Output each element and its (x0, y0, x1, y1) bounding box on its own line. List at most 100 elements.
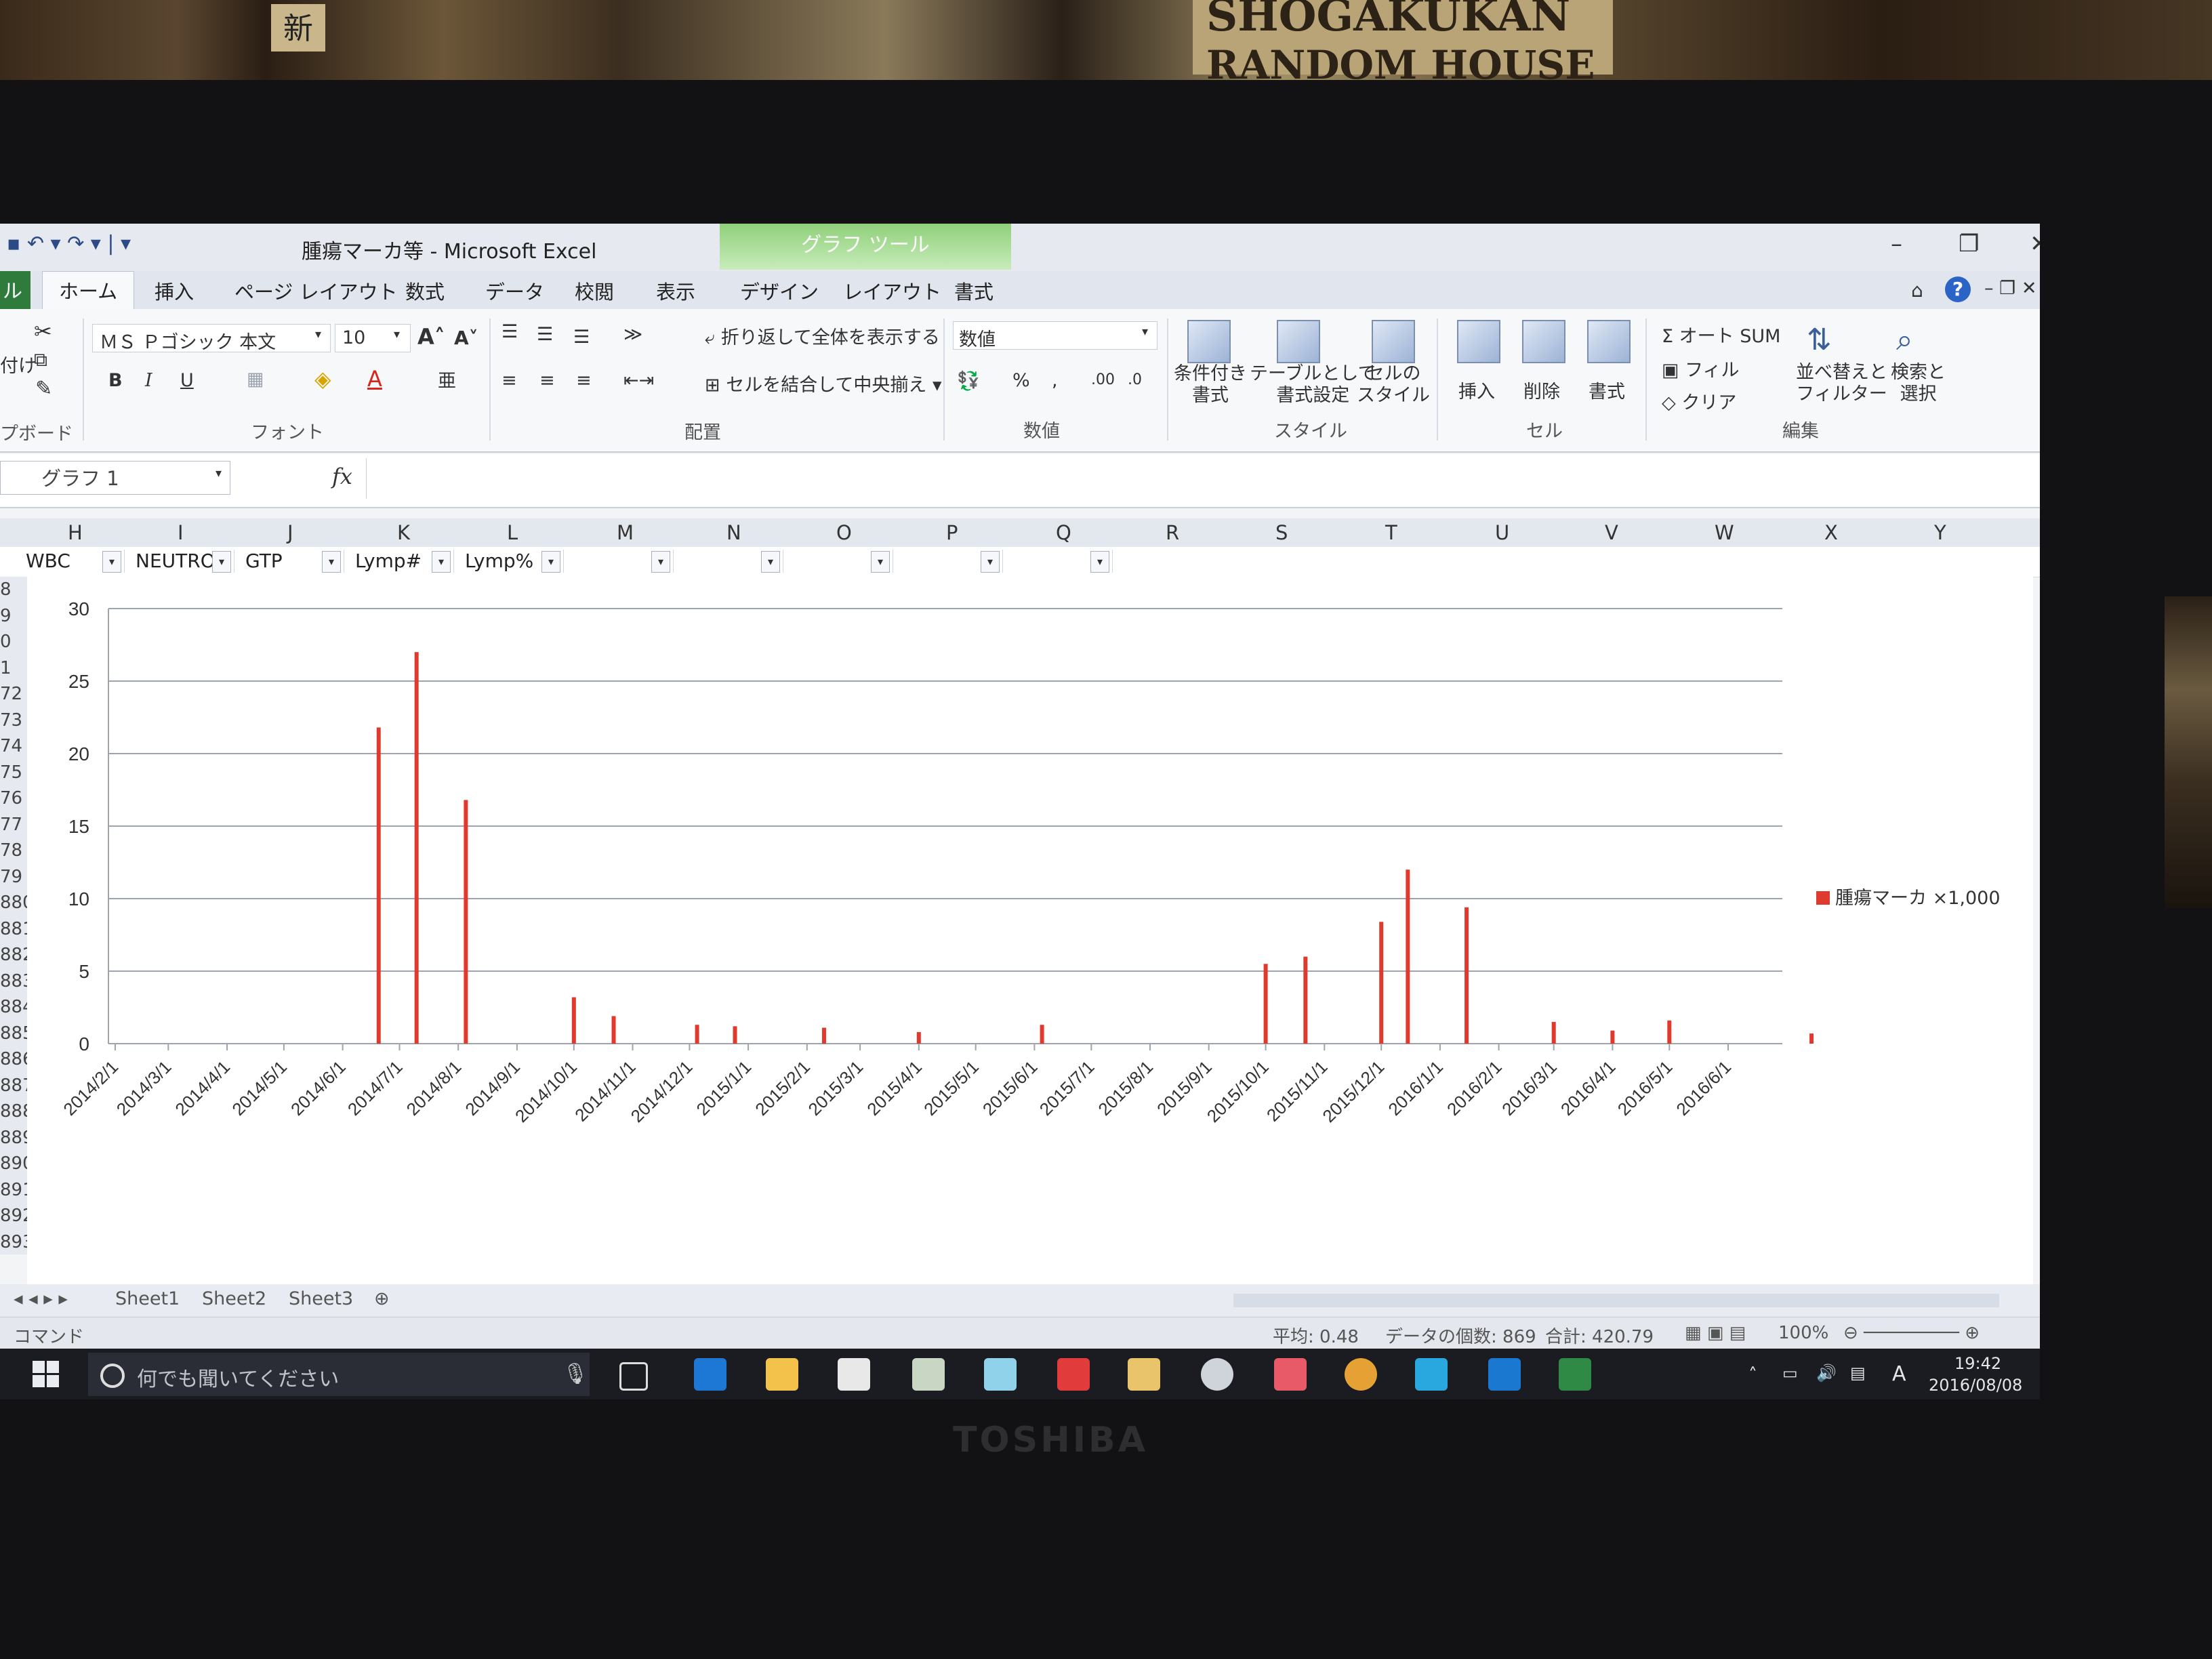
insert-sheet-icon[interactable]: ⊕ (374, 1288, 390, 1309)
binoculars-icon[interactable]: ⌕ (1896, 323, 1913, 357)
notification-icon[interactable]: ▤ (1850, 1364, 1866, 1382)
filter-dropdown-button[interactable]: ▾ (212, 551, 231, 573)
column-header-r[interactable]: R (1166, 521, 1179, 544)
font-name-select[interactable]: ＭＳ Ｐゴシック 本文 ▾ (92, 324, 331, 353)
autosum-button[interactable]: Σ オート SUM (1662, 321, 1780, 348)
grow-font-icon[interactable]: A˄ (417, 324, 445, 350)
app-icon-2[interactable] (984, 1358, 1017, 1391)
clock-app-icon[interactable] (1201, 1358, 1233, 1391)
column-header-n[interactable]: N (726, 521, 741, 544)
clear-button[interactable]: ◇ クリア (1662, 388, 1736, 414)
sort-filter-icon[interactable]: ⇅ (1807, 323, 1832, 357)
row-number[interactable]: 0 (0, 632, 12, 652)
row-number[interactable]: 79 (0, 867, 22, 887)
row-number[interactable]: 74 (0, 736, 22, 756)
align-left-icon[interactable]: ≡ (501, 370, 517, 391)
align-bottom-icon[interactable]: ☰ (573, 327, 590, 348)
insert-cells-icon[interactable] (1457, 320, 1500, 363)
phonetic-icon[interactable]: 亜 (438, 366, 456, 392)
fx-icon[interactable]: fx (332, 464, 352, 489)
column-header-t[interactable]: T (1385, 521, 1397, 544)
video-app-icon[interactable] (1128, 1358, 1160, 1391)
underline-icon[interactable]: U (180, 370, 194, 391)
bold-icon[interactable]: B (108, 370, 123, 391)
copy-icon[interactable]: ⧉ (34, 348, 47, 371)
filter-dropdown-button[interactable]: ▾ (651, 551, 670, 573)
battery-icon[interactable]: ▭ (1782, 1364, 1798, 1382)
conditional-formatting-icon[interactable] (1187, 320, 1231, 363)
column-header-i[interactable]: I (178, 521, 184, 544)
column-header-m[interactable]: M (617, 521, 634, 544)
percent-icon[interactable]: % (1012, 370, 1030, 391)
filter-dropdown-button[interactable]: ▾ (322, 551, 341, 573)
column-header-y[interactable]: Y (1934, 521, 1946, 544)
filter-dropdown-button[interactable]: ▾ (1090, 551, 1109, 573)
store-icon[interactable] (838, 1358, 870, 1391)
row-number[interactable]: 72 (0, 684, 22, 704)
filter-dropdown-button[interactable]: ▾ (541, 551, 560, 573)
skype-icon[interactable] (1415, 1358, 1448, 1391)
tab-home[interactable]: ホーム (42, 271, 135, 309)
fill-color-icon[interactable]: ◈ (314, 366, 331, 392)
internet-explorer-icon[interactable] (1488, 1358, 1521, 1391)
ime-indicator[interactable]: A (1892, 1362, 1906, 1386)
align-middle-icon[interactable]: ☰ (537, 324, 553, 345)
column-header-h[interactable]: H (68, 521, 83, 544)
row-number[interactable]: 76 (0, 788, 22, 808)
view-buttons[interactable]: ▦ ▣ ▤ (1685, 1323, 1746, 1343)
ribbon-collapse-icon[interactable]: ⌂ (1911, 279, 1923, 302)
filter-dropdown-button[interactable]: ▾ (981, 551, 1000, 573)
zoom-slider[interactable]: ⊖ ───────── ⊕ (1843, 1323, 1980, 1343)
tab-data[interactable]: データ (485, 276, 544, 305)
column-header-s[interactable]: S (1275, 521, 1288, 544)
align-right-icon[interactable]: ≡ (576, 370, 592, 391)
comma-style-icon[interactable]: , (1052, 370, 1058, 391)
filter-dropdown-button[interactable]: ▾ (102, 551, 121, 573)
format-cells-button[interactable]: 書式 (1589, 377, 1625, 403)
pin-app-icon[interactable] (1057, 1358, 1090, 1391)
sheet-tab-2[interactable]: Sheet2 (202, 1288, 266, 1309)
close-icon[interactable]: ✕ (2030, 230, 2040, 258)
horizontal-scrollbar[interactable] (1233, 1294, 1999, 1307)
sheet-nav-arrows[interactable]: ◂ ◂ ▸ ▸ (14, 1288, 68, 1309)
filter-dropdown-button[interactable]: ▾ (432, 551, 451, 573)
quick-access-toolbar[interactable]: ▪ ↶ ▾ ↷ ▾ | ▾ (7, 232, 131, 255)
tab-page-layout[interactable]: ページ レイアウト (234, 276, 398, 305)
fill-button[interactable]: ▣ フィル (1662, 355, 1740, 382)
tab-formulas[interactable]: 数式 (405, 276, 445, 305)
formula-input[interactable] (366, 458, 2020, 499)
increase-decimal-icon[interactable]: .00 (1091, 371, 1115, 388)
paste-button[interactable]: 付け (0, 351, 37, 377)
tab-view[interactable]: 表示 (656, 276, 695, 305)
row-number[interactable]: 9 (0, 606, 12, 626)
row-number[interactable]: 8 (0, 579, 12, 600)
decrease-decimal-icon[interactable]: .0 (1128, 371, 1142, 388)
chart-area[interactable]: 0 5 10 15 20 25 30 2014/2/1 2014/3/1 2014/4/1 2014… (27, 576, 2033, 1288)
align-top-icon[interactable]: ☰ (501, 321, 518, 342)
insert-cells-button[interactable]: 挿入 (1458, 377, 1495, 403)
edge-icon[interactable] (694, 1358, 726, 1391)
tab-format[interactable]: 書式 (954, 276, 994, 305)
format-painter-icon[interactable]: ✎ (35, 377, 52, 401)
tab-layout[interactable]: レイアウト (843, 276, 941, 305)
cortana-search-box[interactable]: 何でも聞いてください 🎙 (88, 1353, 590, 1396)
cell-styles-icon[interactable] (1372, 320, 1415, 363)
excel-taskbar-icon[interactable] (1559, 1358, 1591, 1391)
conditional-formatting-button[interactable]: 条件付き 書式 (1174, 363, 1247, 407)
tumor-marker-chart[interactable]: 0510152025302014/2/12014/3/12014/4/12014… (27, 576, 2033, 1288)
font-color-icon[interactable]: A (367, 366, 382, 392)
cut-icon[interactable]: ✂ (34, 319, 52, 344)
column-header-j[interactable]: J (287, 521, 293, 544)
column-header-p[interactable]: P (946, 521, 958, 544)
row-number[interactable]: 73 (0, 710, 22, 731)
delete-cells-icon[interactable] (1522, 320, 1565, 363)
tab-file[interactable]: ル (0, 271, 31, 309)
help-icon[interactable]: ? (1945, 276, 1971, 302)
minimize-icon[interactable]: – (1891, 230, 1902, 258)
file-explorer-icon[interactable] (766, 1358, 798, 1391)
sheet-tab-1[interactable]: Sheet1 (115, 1288, 180, 1309)
font-size-select[interactable]: 10 ▾ (335, 324, 411, 352)
filter-dropdown-button[interactable]: ▾ (871, 551, 890, 573)
windows-start-icon[interactable] (33, 1361, 60, 1388)
clock-date[interactable]: 2016/08/08 (1929, 1376, 2022, 1395)
